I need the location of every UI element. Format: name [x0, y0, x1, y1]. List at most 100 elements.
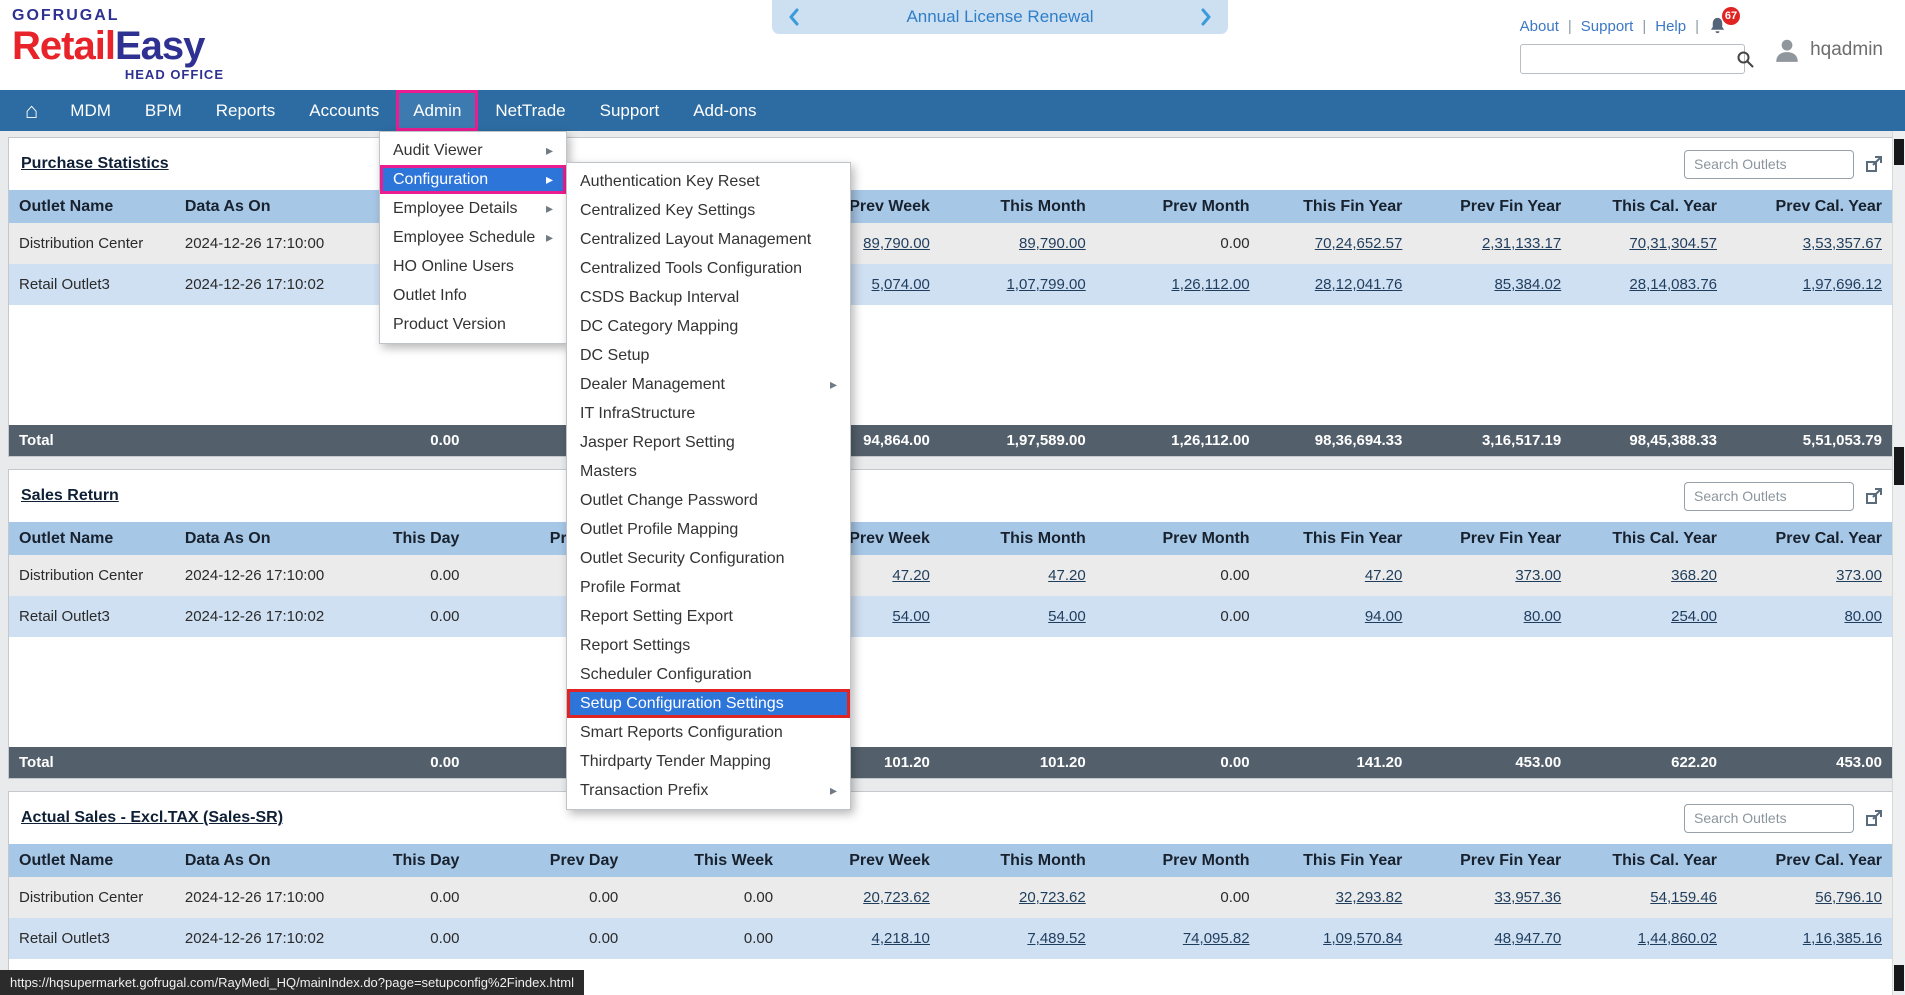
nav-item-admin[interactable]: Admin	[396, 90, 478, 131]
menu-item-employee-schedule[interactable]: Employee Schedule▸	[380, 223, 566, 252]
value-link[interactable]: 2,31,133.17	[1482, 235, 1561, 252]
value-link[interactable]: 85,384.02	[1494, 276, 1561, 293]
menu-item-authentication-key-reset[interactable]: Authentication Key Reset	[567, 167, 850, 196]
value-link[interactable]: 3,53,357.67	[1803, 235, 1882, 252]
value-link[interactable]: 368.20	[1671, 567, 1717, 584]
value-link[interactable]: 89,790.00	[1019, 235, 1086, 252]
value-link[interactable]: 47.20	[892, 567, 930, 584]
outlet-search-input[interactable]	[1684, 482, 1854, 511]
value-link[interactable]: 1,44,860.02	[1638, 930, 1717, 947]
menu-item-outlet-info[interactable]: Outlet Info	[380, 281, 566, 310]
panel-title-actual-sales[interactable]: Actual Sales - Excl.TAX (Sales-SR)	[21, 809, 283, 827]
menu-item-jasper-report-setting[interactable]: Jasper Report Setting	[567, 428, 850, 457]
value-link[interactable]: 28,14,083.76	[1629, 276, 1717, 293]
nav-item-reports[interactable]: Reports	[199, 90, 293, 131]
menu-item-dc-setup[interactable]: DC Setup	[567, 341, 850, 370]
nav-item-accounts[interactable]: Accounts	[292, 90, 396, 131]
value-link[interactable]: 54,159.46	[1650, 889, 1717, 906]
banner-prev-icon[interactable]	[788, 8, 800, 26]
value-link[interactable]: 48,947.70	[1494, 930, 1561, 947]
value-cell: 0.00	[632, 877, 787, 918]
nav-item-bpm[interactable]: BPM	[128, 90, 199, 131]
menu-item-centralized-tools-configuration[interactable]: Centralized Tools Configuration	[567, 254, 850, 283]
scrollbar-thumb[interactable]	[1894, 447, 1904, 485]
value-link[interactable]: 1,26,112.00	[1171, 276, 1249, 293]
value-link[interactable]: 80.00	[1524, 608, 1562, 625]
value-link[interactable]: 33,957.36	[1494, 889, 1561, 906]
vertical-scrollbar[interactable]	[1892, 131, 1905, 995]
value-link[interactable]: 5,074.00	[872, 276, 930, 293]
menu-item-configuration[interactable]: Configuration▸	[380, 165, 566, 194]
menu-item-smart-reports-configuration[interactable]: Smart Reports Configuration	[567, 718, 850, 747]
value-link[interactable]: 1,97,696.12	[1803, 276, 1882, 293]
menu-item-centralized-layout-management[interactable]: Centralized Layout Management	[567, 225, 850, 254]
menu-item-dealer-management[interactable]: Dealer Management▸	[567, 370, 850, 399]
nav-home[interactable]: ⌂	[10, 90, 53, 131]
value-link[interactable]: 254.00	[1671, 608, 1717, 625]
menu-item-scheduler-configuration[interactable]: Scheduler Configuration	[567, 660, 850, 689]
header-link-support[interactable]: Support	[1559, 18, 1633, 35]
value-link[interactable]: 1,09,570.84	[1323, 930, 1402, 947]
menu-item-report-setting-export[interactable]: Report Setting Export	[567, 602, 850, 631]
menu-item-centralized-key-settings[interactable]: Centralized Key Settings	[567, 196, 850, 225]
value-link[interactable]: 54.00	[892, 608, 930, 625]
menu-item-report-settings[interactable]: Report Settings	[567, 631, 850, 660]
menu-item-masters[interactable]: Masters	[567, 457, 850, 486]
menu-item-audit-viewer[interactable]: Audit Viewer▸	[380, 136, 566, 165]
value-link[interactable]: 74,095.82	[1183, 930, 1250, 947]
user-menu[interactable]: hqadmin	[1773, 36, 1883, 64]
menu-item-outlet-profile-mapping[interactable]: Outlet Profile Mapping	[567, 515, 850, 544]
scrollbar-down-arrow[interactable]	[1894, 965, 1904, 991]
nav-item-add-ons[interactable]: Add-ons	[676, 90, 773, 131]
menu-item-ho-online-users[interactable]: HO Online Users	[380, 252, 566, 281]
value-link[interactable]: 89,790.00	[863, 235, 930, 252]
value-link[interactable]: 47.20	[1048, 567, 1086, 584]
value-link[interactable]: 373.00	[1515, 567, 1561, 584]
expand-icon[interactable]	[1864, 808, 1884, 828]
menu-item-employee-details[interactable]: Employee Details▸	[380, 194, 566, 223]
nav-item-support[interactable]: Support	[583, 90, 677, 131]
menu-item-thirdparty-tender-mapping[interactable]: Thirdparty Tender Mapping	[567, 747, 850, 776]
value-link[interactable]: 94.00	[1365, 608, 1403, 625]
expand-icon[interactable]	[1864, 154, 1884, 174]
menu-item-it-infrastructure[interactable]: IT InfraStructure	[567, 399, 850, 428]
value-link[interactable]: 70,31,304.57	[1629, 235, 1717, 252]
header-link-help[interactable]: Help	[1633, 18, 1686, 35]
value-link[interactable]: 1,07,799.00	[1006, 276, 1085, 293]
panel-title-purchase-statistics[interactable]: Purchase Statistics	[21, 155, 169, 173]
outlet-search-input[interactable]	[1684, 804, 1854, 833]
scrollbar-up-arrow[interactable]	[1894, 139, 1904, 165]
value-link[interactable]: 20,723.62	[1019, 889, 1086, 906]
outlet-search-input[interactable]	[1684, 150, 1854, 179]
value-link[interactable]: 70,24,652.57	[1315, 235, 1403, 252]
nav-item-nettrade[interactable]: NetTrade	[478, 90, 582, 131]
header-link-about[interactable]: About	[1520, 18, 1559, 35]
value-link[interactable]: 56,796.10	[1815, 889, 1882, 906]
menu-item-transaction-prefix[interactable]: Transaction Prefix▸	[567, 776, 850, 805]
menu-item-setup-configuration-settings[interactable]: Setup Configuration Settings	[567, 689, 850, 718]
expand-icon[interactable]	[1864, 486, 1884, 506]
menu-item-outlet-security-configuration[interactable]: Outlet Security Configuration	[567, 544, 850, 573]
menu-item-product-version[interactable]: Product Version	[380, 310, 566, 339]
banner-next-icon[interactable]	[1200, 8, 1212, 26]
search-icon[interactable]	[1736, 50, 1754, 68]
value-link[interactable]: 7,489.52	[1027, 930, 1085, 947]
menu-item-csds-backup-interval[interactable]: CSDS Backup Interval	[567, 283, 850, 312]
value-link[interactable]: 54.00	[1048, 608, 1086, 625]
header-search-input[interactable]	[1521, 45, 1736, 73]
menu-item-dc-category-mapping[interactable]: DC Category Mapping	[567, 312, 850, 341]
value-link[interactable]: 1,16,385.16	[1803, 930, 1882, 947]
value-link[interactable]: 28,12,041.76	[1315, 276, 1403, 293]
value-link[interactable]: 373.00	[1836, 567, 1882, 584]
panel-title-sales-return[interactable]: Sales Return	[21, 487, 119, 505]
notification-bell[interactable]: 67	[1686, 16, 1727, 36]
value-link[interactable]: 20,723.62	[863, 889, 930, 906]
value-link[interactable]: 47.20	[1365, 567, 1403, 584]
value-link[interactable]: 4,218.10	[872, 930, 930, 947]
nav-item-mdm[interactable]: MDM	[53, 90, 128, 131]
menu-item-label: Setup Configuration Settings	[580, 695, 784, 713]
menu-item-profile-format[interactable]: Profile Format	[567, 573, 850, 602]
value-link[interactable]: 80.00	[1844, 608, 1882, 625]
value-link[interactable]: 32,293.82	[1336, 889, 1403, 906]
menu-item-outlet-change-password[interactable]: Outlet Change Password	[567, 486, 850, 515]
